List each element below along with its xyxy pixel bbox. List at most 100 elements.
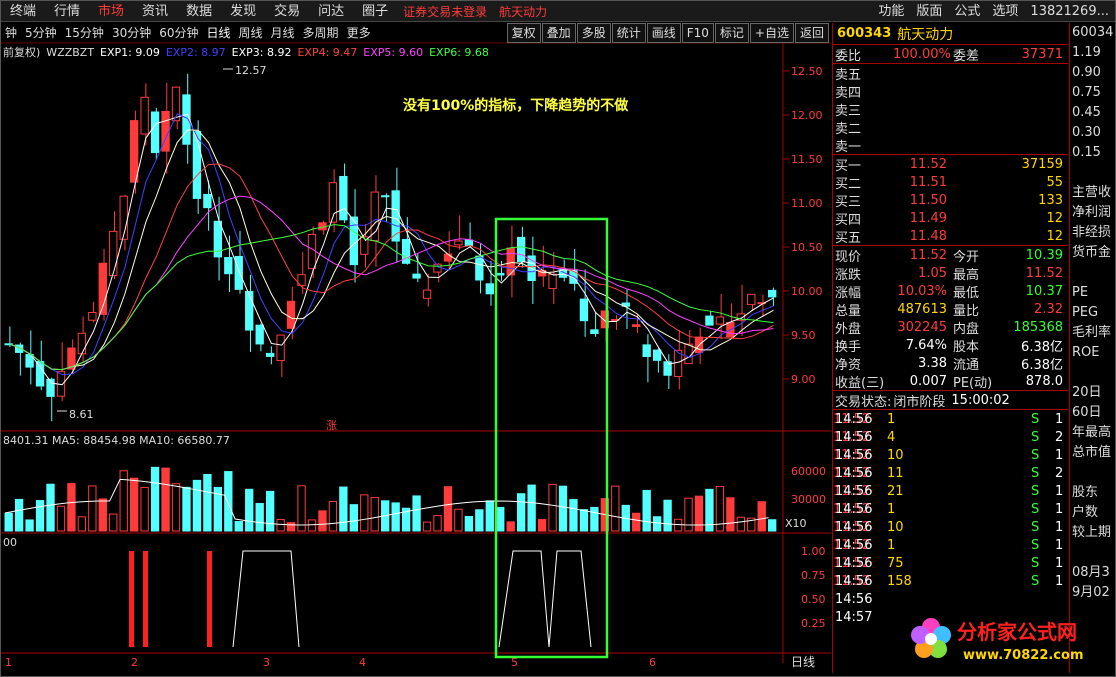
period-tab[interactable]: 15分钟 <box>61 23 108 43</box>
volume-bar <box>77 516 87 532</box>
stock-code: 600343 <box>837 26 892 41</box>
ema-legend-item: EXP3: 8.92 <box>231 46 292 59</box>
tool-button[interactable]: 返回 <box>794 23 829 43</box>
ema-legend-item: EXP1: 9.09 <box>100 46 160 59</box>
watermark-url: www.70822.com <box>963 648 1084 663</box>
candle-body <box>768 289 777 298</box>
ma-line <box>9 113 774 386</box>
tool-button[interactable]: 统计 <box>611 23 646 43</box>
volume-bar <box>265 490 275 532</box>
menu-right-item[interactable]: 选项 <box>986 1 1024 22</box>
candle-body <box>234 255 243 290</box>
tick-row: 14:56 11.52 1 S 1 <box>833 500 1068 518</box>
menu-right-item[interactable]: 版面 <box>910 1 948 22</box>
chart-canvas[interactable]: 12.5012.0011.5011.0010.5010.009.509.0012… <box>1 42 831 673</box>
menu-right-item[interactable]: 功能 <box>872 1 910 22</box>
tick-count: 1 <box>1055 519 1064 535</box>
price-tick-label: 11.00 <box>791 197 823 210</box>
account-label[interactable]: 13821269... <box>1024 1 1115 22</box>
period-tab[interactable]: 月线 <box>267 23 299 43</box>
tick-volume: 1 <box>887 501 896 517</box>
period-tab[interactable]: 更多 <box>343 23 375 43</box>
menu-item[interactable]: 发现 <box>221 1 265 22</box>
tool-button[interactable]: 画线 <box>646 23 681 43</box>
stat-row: 净资 3.38 流通 6.38亿 <box>833 354 1068 373</box>
volume-bar <box>14 498 24 532</box>
finance-strip: 60034 1.19 0.90 0.75 0.45 0.30 0.15 主营收 净利润 非经损 货币… <box>1069 23 1115 673</box>
menu-item[interactable]: 圈子 <box>353 1 397 22</box>
finance-item: 股东 <box>1072 485 1099 500</box>
stat-value: 1.05 <box>918 265 947 281</box>
period-tab[interactable]: 周线 <box>235 23 267 43</box>
candle-body <box>475 255 484 281</box>
tool-button[interactable]: 标记 <box>714 23 749 43</box>
tick-row: 14:56 11.52 11 S 2 <box>833 464 1068 482</box>
period-tab[interactable]: 60分钟 <box>155 23 202 43</box>
price-tick-label: 11.50 <box>791 153 823 166</box>
sell-label: 卖一 <box>835 139 862 155</box>
stock-link[interactable]: 航天动力 <box>493 3 553 20</box>
finance-item <box>1070 263 1115 283</box>
period-tab[interactable]: 多周期 <box>299 23 343 43</box>
period-tab[interactable]: 5分钟 <box>21 23 61 43</box>
indicator-name: WZZBZT <box>46 46 95 59</box>
candle-body <box>412 273 421 279</box>
menu-item[interactable]: 交易 <box>265 1 309 22</box>
stat-label: 今开 <box>953 249 980 265</box>
volume-bar <box>590 506 599 532</box>
menu-item[interactable]: 行情 <box>45 1 89 22</box>
period-tab[interactable]: 30分钟 <box>108 23 155 43</box>
menu-item[interactable]: 终端 <box>1 1 45 22</box>
sell-label: 卖二 <box>835 121 862 137</box>
quote-header: 600343 航天动力 <box>833 23 1068 45</box>
tool-button[interactable]: 叠加 <box>541 23 576 43</box>
volume-bar <box>496 506 505 532</box>
volume-bar <box>475 509 484 532</box>
tick-volume: 10 <box>887 519 904 535</box>
tick-side: S <box>1031 519 1040 535</box>
tick-count: 1 <box>1055 411 1064 427</box>
finance-item: 20日 <box>1072 385 1102 400</box>
menu-item[interactable]: 数据 <box>177 1 221 22</box>
low-price-label: 8.61 <box>69 408 94 421</box>
login-warning[interactable]: 证券交易未登录 <box>397 3 493 20</box>
buy-row: 买五 11.48 12 <box>833 227 1068 246</box>
buy-label: 买三 <box>835 194 862 210</box>
volume-tick-label: 30000 <box>791 493 826 506</box>
tool-button[interactable]: F10 <box>681 23 714 43</box>
menu-item[interactable]: 问达 <box>309 1 353 22</box>
sell-row: 卖四 <box>833 82 1068 101</box>
signal-line <box>232 550 300 648</box>
signal-bar <box>143 551 148 647</box>
price-tick-label: 12.50 <box>791 65 823 78</box>
price-tick-label: 10.50 <box>791 241 823 254</box>
candle-body <box>265 352 275 357</box>
tool-button[interactable]: +自选 <box>749 23 794 43</box>
tick-side: S <box>1031 501 1040 517</box>
finance-item: 非经损 <box>1072 225 1112 240</box>
volume-bar <box>245 488 254 532</box>
period-tab[interactable]: 钟 <box>1 23 21 43</box>
menu-item[interactable]: 资讯 <box>133 1 177 22</box>
status-row: 交易状态: 闭市阶段 15:00:02 <box>833 391 1068 410</box>
ema-legend-item: EXP5: 9.60 <box>363 46 424 59</box>
tool-button[interactable]: 复权 <box>506 23 541 43</box>
indicator-label: 00 <box>3 536 17 549</box>
volume-bar <box>150 466 160 532</box>
volume-bar <box>297 485 306 532</box>
candle-body <box>684 343 693 365</box>
menu-item[interactable]: 市场 <box>89 1 133 22</box>
menu-right-item[interactable]: 公式 <box>948 1 986 22</box>
volume-bar <box>726 497 735 532</box>
tool-button[interactable]: 多股 <box>576 23 611 43</box>
ema-legend: 前复权) WZZBZT EXP1: 9.09 EXP2: 8.97 EXP3: 8.92… <box>3 44 495 60</box>
candle-body <box>307 234 317 270</box>
tick-side: S <box>1031 447 1040 463</box>
period-tab[interactable]: 日线 <box>203 23 235 43</box>
kline-chart[interactable]: 12.50 12.00 11.50 11.00 10.50 10.00 9.50 9.00 12… <box>1 42 831 673</box>
volume-bar <box>4 512 13 532</box>
volume-bar <box>464 515 474 532</box>
stat-label: PE(动) <box>953 375 993 391</box>
ema-legend-item: EXP4: 9.47 <box>297 46 358 59</box>
price-tick-label: 10.00 <box>791 285 823 298</box>
